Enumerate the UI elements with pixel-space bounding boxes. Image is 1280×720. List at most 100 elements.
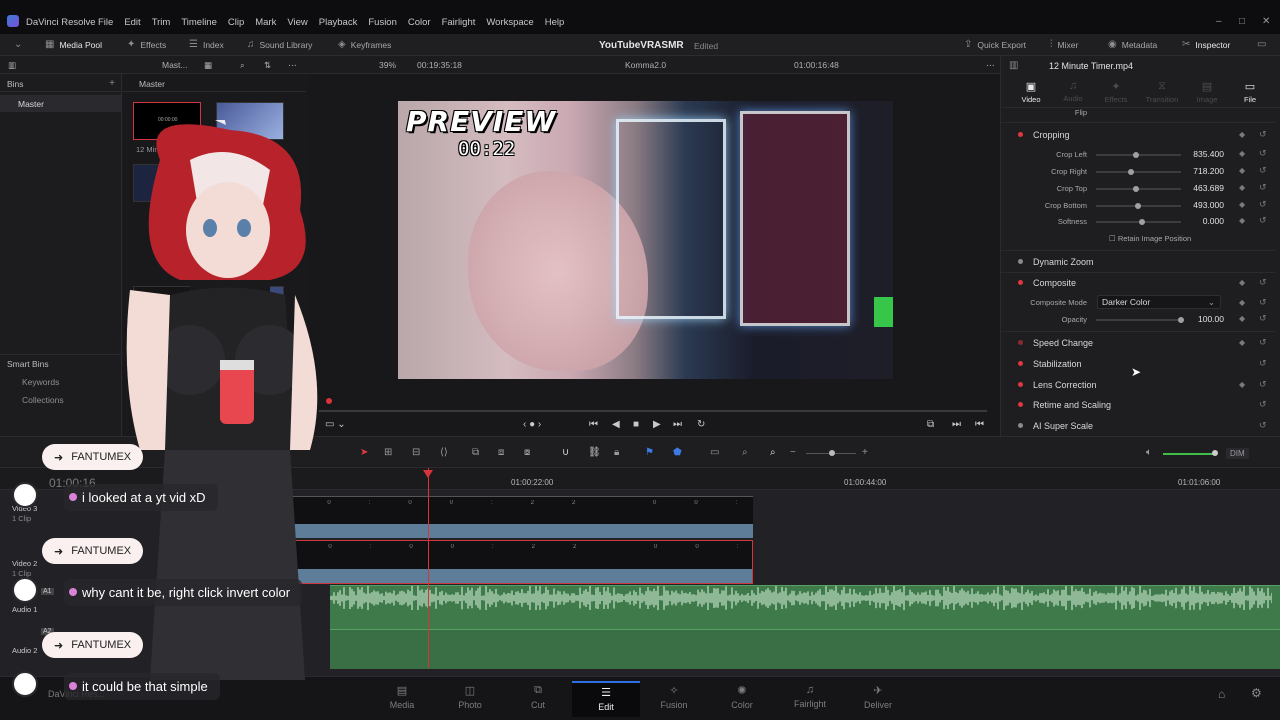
page-cut[interactable]: ⧉ Cut — [504, 681, 572, 717]
speed-change-section-title[interactable]: Speed Change — [1033, 338, 1093, 348]
page-deliver[interactable]: ✈ Deliver — [844, 681, 912, 717]
reset-icon[interactable]: ↺ — [1259, 165, 1267, 176]
reset-icon[interactable]: ↺ — [1259, 358, 1267, 369]
link-icon[interactable]: ⛓ — [588, 447, 601, 458]
composite-mode-select[interactable]: Darker Color ⌄ — [1097, 295, 1221, 309]
tab-audio[interactable]: ♫ Audio — [1051, 80, 1095, 103]
smart-bin-collections[interactable]: Collections — [22, 395, 64, 405]
crop-param-value[interactable]: 835.400 — [1184, 149, 1224, 159]
clip-thumbnail[interactable]: 00:00:00 — [133, 102, 201, 140]
clip-thumbnail[interactable] — [133, 286, 201, 324]
dynamic-zoom-enable-toggle[interactable] — [1018, 259, 1023, 264]
inspector-button[interactable]: ✂ Inspector — [1182, 39, 1230, 50]
dynamic-zoom-section-title[interactable]: Dynamic Zoom — [1033, 257, 1094, 267]
clip-thumbnail[interactable] — [216, 164, 284, 202]
crop-param-slider[interactable] — [1096, 219, 1181, 225]
bin-master[interactable]: Master — [0, 95, 121, 112]
clip-thumbnail[interactable] — [216, 286, 284, 324]
bin-path[interactable]: Mast... — [162, 60, 188, 70]
slider-knob[interactable] — [1135, 203, 1141, 209]
zoom-slider-knob[interactable] — [829, 450, 835, 456]
menu-fusion[interactable]: Fusion — [368, 17, 397, 28]
page-fusion[interactable]: ✧ Fusion — [640, 681, 708, 717]
clip-thumbnail[interactable] — [216, 102, 284, 140]
zoom-level[interactable]: 39% — [379, 60, 396, 70]
retime-scaling-enable-toggle[interactable] — [1018, 402, 1023, 407]
tab-transition[interactable]: ⧖ Transition — [1140, 80, 1184, 104]
page-fairlight[interactable]: ♫ Fairlight — [776, 681, 844, 717]
next-clip-icon[interactable]: ⏭ — [952, 419, 961, 430]
sort-icon[interactable]: ⇅ — [264, 60, 271, 71]
menu-help[interactable]: Help — [545, 17, 565, 28]
keyframe-icon[interactable]: ◆ — [1239, 298, 1245, 307]
volume-knob[interactable] — [1212, 450, 1218, 456]
zoom-detail-icon[interactable]: ⌕ — [742, 447, 748, 458]
track-header-audio-1[interactable]: A1 Audio 1 — [0, 586, 330, 626]
crop-param-value[interactable]: 718.200 — [1184, 166, 1224, 176]
mixer-button[interactable]: ⫶ Mixer — [1050, 39, 1078, 50]
effects-button[interactable]: ✦ Effects — [127, 39, 166, 50]
menu-mark[interactable]: Mark — [255, 17, 276, 28]
timeline-playhead[interactable] — [428, 468, 429, 668]
slider-knob[interactable] — [1128, 169, 1134, 175]
inspector-collapse-icon[interactable]: ▥ — [1009, 60, 1018, 71]
crop-param-slider[interactable] — [1096, 203, 1181, 209]
reset-icon[interactable]: ↺ — [1259, 313, 1267, 324]
volume-slider[interactable] — [1163, 453, 1217, 455]
menu-clip[interactable]: Clip — [228, 17, 244, 28]
retime-scaling-section-title[interactable]: Retime and Scaling — [1033, 400, 1111, 410]
crop-param-slider[interactable] — [1096, 169, 1181, 175]
slider-knob[interactable] — [1133, 186, 1139, 192]
play-icon[interactable]: ▶ — [653, 419, 661, 430]
minimize-icon[interactable]: – — [1216, 16, 1222, 27]
flag-icon[interactable]: ⚑ — [645, 447, 654, 458]
scrubber-playhead[interactable] — [326, 398, 332, 404]
zoom-out-icon[interactable]: − — [790, 447, 796, 458]
go-to-end-icon[interactable]: ⏭ — [673, 419, 682, 430]
menu-playback[interactable]: Playback — [319, 17, 358, 28]
menu-color[interactable]: Color — [408, 17, 431, 28]
timeline-ruler[interactable]: 01:00:16 01:00:22:00 01:00:44:00 01:01:0… — [0, 468, 1280, 490]
track-header-audio-2[interactable]: A2 Audio 2 — [0, 628, 330, 668]
sound-library-button[interactable]: ♫ Sound Library — [247, 39, 312, 50]
ai-super-scale-section-title[interactable]: AI Super Scale — [1033, 421, 1093, 431]
menu-trim[interactable]: Trim — [152, 17, 171, 28]
trim-tool-icon[interactable]: ⊞ — [384, 447, 392, 458]
slider-knob[interactable] — [1133, 152, 1139, 158]
menu-fairlight[interactable]: Fairlight — [442, 17, 476, 28]
match-frame-icon[interactable]: ⧉ — [927, 419, 934, 430]
composite-section-title[interactable]: Composite — [1033, 278, 1076, 288]
keyframes-button[interactable]: ◈ Keyframes — [338, 39, 391, 50]
audio-track-2-clip[interactable] — [330, 629, 1280, 669]
crop-param-value[interactable]: 0.000 — [1184, 216, 1224, 226]
reset-icon[interactable]: ↺ — [1259, 420, 1267, 431]
zoom-full-icon[interactable]: ▭ — [710, 447, 719, 458]
reset-icon[interactable]: ↺ — [1259, 148, 1267, 159]
snapping-icon[interactable]: ∪ — [562, 447, 569, 458]
gear-icon[interactable]: ⚙ — [1251, 686, 1262, 700]
viewer-more-icon[interactable]: ⋯ — [986, 60, 995, 71]
video-clip[interactable]: 00:00:22 00:00:22 00:00:22 00:00:22 00:0… — [280, 496, 753, 538]
tab-image[interactable]: ▤ Image — [1185, 80, 1229, 104]
keyframe-icon[interactable]: ◆ — [1239, 183, 1245, 192]
media-pool-button[interactable]: ▦ Media Pool — [45, 39, 102, 50]
replace-clip-icon[interactable]: ⧇ — [524, 447, 530, 458]
close-icon[interactable]: ✕ — [1262, 16, 1270, 27]
crop-param-value[interactable]: 463.689 — [1184, 183, 1224, 193]
reset-icon[interactable]: ↺ — [1259, 199, 1267, 210]
zoom-custom-icon[interactable]: ⌕ — [770, 447, 776, 458]
crop-param-slider[interactable] — [1096, 152, 1181, 158]
zoom-in-icon[interactable]: + — [862, 447, 868, 458]
dim-button[interactable]: DIM — [1226, 448, 1249, 459]
quick-export-button[interactable]: ⇪ Quick Export — [964, 39, 1026, 50]
menu-view[interactable]: View — [287, 17, 307, 28]
lock-icon[interactable]: 🔒︎ — [614, 447, 619, 458]
menu-timeline[interactable]: Timeline — [181, 17, 217, 28]
ai-super-scale-enable-toggle[interactable] — [1018, 423, 1023, 428]
keyframe-icon[interactable]: ◆ — [1239, 278, 1245, 287]
more-options-icon[interactable]: ⋯ — [288, 60, 297, 71]
loop-icon[interactable]: ↻ — [697, 419, 705, 430]
crop-param-value[interactable]: 493.000 — [1184, 200, 1224, 210]
keyframe-icon[interactable]: ◆ — [1239, 149, 1245, 158]
reset-icon[interactable]: ↺ — [1259, 277, 1267, 288]
